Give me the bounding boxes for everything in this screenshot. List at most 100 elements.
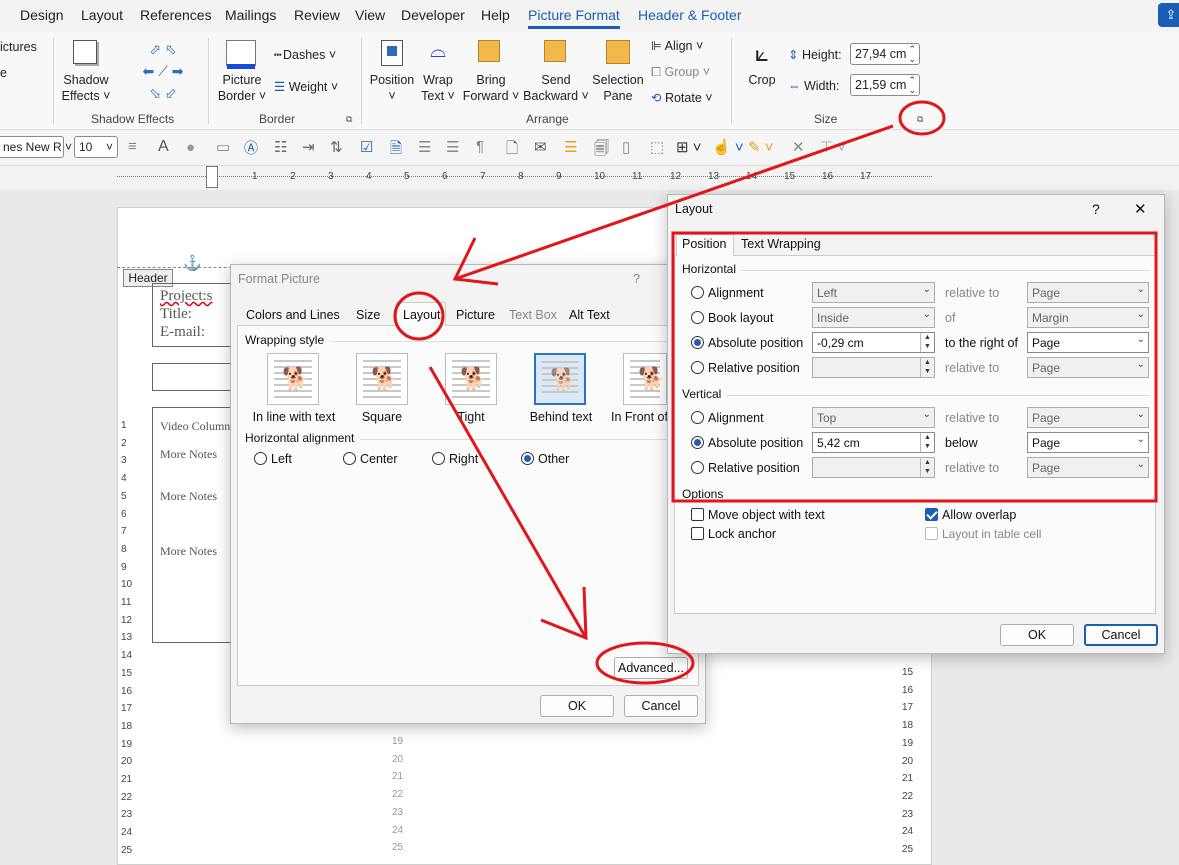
align-left-label[interactable]: Left [271,452,292,466]
spinner-icon[interactable]: ▲ ▼ [920,458,934,477]
send-backward-icon[interactable] [544,40,566,62]
position-label[interactable]: Position [366,72,418,88]
textbox-icon[interactable]: Ⓐ [244,138,258,158]
tab-picture[interactable]: Picture [456,308,495,322]
lock-anchor-checkbox[interactable] [691,527,704,540]
h-alignment-relative-select[interactable]: Page ⌄ [1027,282,1149,303]
highlight-icon[interactable]: ☰ [564,138,577,156]
width-input[interactable]: 21,59 cm ⌃ ⌄ [850,74,920,96]
bring-forward-label[interactable]: Bring [465,72,517,88]
doc-check-icon[interactable]: 🗎 [390,138,402,163]
picture-border-label[interactable]: Picture [216,72,268,88]
move-object-label[interactable]: Move object with text [708,508,825,522]
h-absolute-position-label[interactable]: Absolute position [708,336,803,350]
wrap-text-label-2[interactable]: Text ˅ [412,88,464,104]
image-icon[interactable]: ▭ [216,138,230,156]
v-relative-relative-select[interactable]: Page ⌄ [1027,457,1149,478]
align-center-label[interactable]: Center [360,452,398,466]
wrap-tight-option[interactable]: 🐕 [445,353,497,405]
tab-view[interactable]: View [355,7,385,23]
partial-e-label[interactable]: e [0,65,7,81]
page-icon[interactable]: 🗋 [506,138,518,163]
layout-ok-button[interactable]: OK [1000,624,1074,646]
share-icon[interactable]: ⇪ [1158,3,1179,27]
v-alignment-radio[interactable] [691,411,704,424]
bring-forward-icon[interactable] [478,40,500,62]
dashes-button[interactable]: ┅ Dashes ˅ [274,47,336,63]
wrap-text-icon[interactable]: ⌓ [424,40,452,66]
selection-pane-label-2[interactable]: Pane [590,88,646,104]
v-relative-position-input[interactable]: ▲ ▼ [812,457,935,478]
h-alignment-label[interactable]: Alignment [708,286,764,300]
v-absolute-position-label[interactable]: Absolute position [708,436,803,450]
v-alignment-label[interactable]: Alignment [708,411,764,425]
h-absolute-position-radio[interactable] [691,336,704,349]
v-absolute-relative-select[interactable]: Page ⌄ [1027,432,1149,453]
picture-border-label-2[interactable]: Border ˅ [216,88,268,104]
allow-overlap-checkbox[interactable] [925,508,938,521]
shadow-effects-label-2[interactable]: Effects ˅ [58,88,114,104]
layout-help-button[interactable]: ? [1092,201,1100,217]
list-icon[interactable]: ☷ [274,138,287,156]
weight-button[interactable]: ☰ Weight ˅ [274,79,338,95]
layout-in-table-checkbox[interactable] [925,527,938,540]
book-layout-of-select[interactable]: Margin ⌄ [1027,307,1149,328]
v-absolute-position-input[interactable]: 5,42 cm ▲ ▼ [812,432,935,453]
tab-layout[interactable]: Layout [403,308,441,322]
wrap-square-option[interactable]: 🐕 [356,353,408,405]
spinner-icon[interactable]: ⌃ ⌄ [908,44,916,64]
dialog-launcher-icon[interactable]: ⧉ [346,114,352,125]
shadow-effects-label[interactable]: Shadow [58,72,114,88]
tab-mailings[interactable]: Mailings [225,7,276,23]
spinner-icon[interactable]: ▲ ▼ [920,433,934,452]
size-dialog-launcher-icon[interactable]: ⧉ [917,114,923,125]
doc-icon[interactable]: ▯ [622,138,630,156]
position-icon[interactable] [381,40,403,66]
selection-pane-label[interactable]: Selection [590,72,646,88]
picture-border-icon[interactable] [226,40,256,69]
shadow-nudge-icon[interactable]: ⬀ ⬁ ⬅ ⟋ ➡ ⬂ ⬃ [128,38,198,104]
tab-layout[interactable]: Layout [81,7,123,23]
lock-anchor-label[interactable]: Lock anchor [708,527,776,541]
crop-icon[interactable]: ⟀ [748,40,776,68]
h-alignment-radio[interactable] [691,286,704,299]
ok-button[interactable]: OK [540,695,614,717]
bullets-icon[interactable]: ☰ [418,138,431,156]
layout-in-table-label[interactable]: Layout in table cell [942,527,1041,541]
pictures-partial-label[interactable]: ictures [0,39,37,55]
tab-references[interactable]: References [140,7,212,23]
cancel-button[interactable]: Cancel [624,695,698,717]
align-text-icon[interactable]: ≡ [128,138,137,155]
align-center-radio[interactable] [343,452,356,465]
book-layout-select[interactable]: Inside ⌄ [812,307,935,328]
indent-marker-icon[interactable] [206,166,218,188]
v-alignment-select[interactable]: Top ⌄ [812,407,935,428]
h-absolute-relative-select[interactable]: Page ⌄ [1027,332,1149,353]
h-relative-relative-select[interactable]: Page ⌄ [1027,357,1149,378]
align-right-radio[interactable] [432,452,445,465]
height-input[interactable]: 27,94 cm ⌃ ⌄ [850,43,920,65]
align-other-label[interactable]: Other [538,452,569,466]
check-list-icon[interactable]: ☑ [360,138,373,156]
tab-developer[interactable]: Developer [401,7,465,23]
tab-position[interactable]: Position [682,237,726,251]
tab-colors-lines[interactable]: Colors and Lines [246,308,340,322]
more-icon[interactable]: ⊤ ˅ [820,138,846,156]
move-object-checkbox[interactable] [691,508,704,521]
v-relative-position-radio[interactable] [691,461,704,474]
tab-picture-format[interactable]: Picture Format [528,7,620,29]
shape-icon[interactable]: ● [186,139,195,156]
advanced-button[interactable]: Advanced... [614,657,688,679]
group-button[interactable]: ⧠ Group ˅ [651,64,710,80]
font-name-select[interactable]: nes New R ˅ [0,136,72,158]
touch-icon[interactable]: ☝ ˅ [712,138,744,156]
book-layout-label[interactable]: Book layout [708,311,773,325]
crop-label[interactable]: Crop [740,72,784,88]
wrap-text-label[interactable]: Wrap [412,72,464,88]
horizontal-ruler[interactable]: 1 2 3 4 5 6 7 8 9 10 11 12 13 14 15 16 17 [0,166,1179,190]
indent-icon[interactable]: ⇥ [302,138,315,156]
h-absolute-position-input[interactable]: -0,29 cm ▲ ▼ [812,332,935,353]
spinner-icon[interactable]: ⌃ ⌄ [908,75,916,95]
h-relative-position-input[interactable]: ▲ ▼ [812,357,935,378]
sort-icon[interactable]: ⇅ [330,138,343,156]
